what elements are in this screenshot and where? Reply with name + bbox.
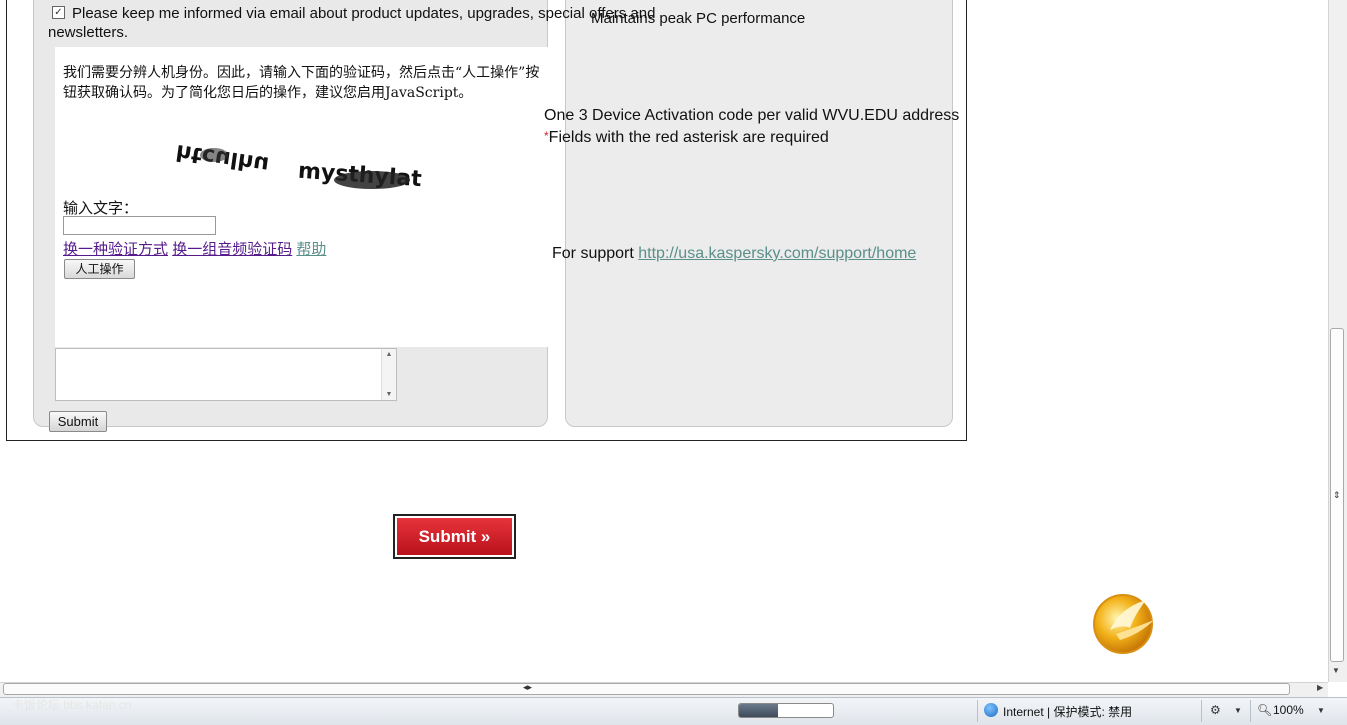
right-info-panel	[565, 0, 953, 427]
progress-fill	[739, 704, 779, 717]
captcha-input[interactable]	[63, 216, 216, 235]
watermark-text: 卡饭论坛 bbs.kafan.cn	[12, 698, 132, 712]
captcha-input-label: 输入文字：	[63, 200, 139, 217]
grip-icon: ⇕	[1333, 490, 1341, 500]
status-separator	[1201, 700, 1202, 722]
captcha-links: 换一种验证方式 换一组音频验证码 帮助	[63, 238, 326, 259]
main-submit-label: Submit »	[397, 518, 512, 555]
required-fields-note: *Fields with the red asterisk are requir…	[544, 129, 829, 147]
chevron-down-icon[interactable]: ▼	[1234, 706, 1242, 715]
captcha-instruction: 我们需要分辨人机身份。因此，请输入下面的验证码，然后点击“人工操作”按钮获取确认…	[63, 65, 540, 101]
chevron-down-icon[interactable]: ▼	[1317, 706, 1325, 715]
grip-icon: ◂▸	[523, 682, 533, 692]
switch-method-link[interactable]: 换一种验证方式	[63, 241, 168, 258]
zoom-level[interactable]: 100%	[1273, 703, 1304, 717]
support-line: For support http://usa.kaspersky.com/sup…	[552, 245, 916, 263]
scroll-up-arrow-icon[interactable]: ▲	[382, 351, 396, 358]
comments-textarea[interactable]: ▲ ▼	[55, 348, 397, 401]
support-prefix: For support	[552, 245, 639, 262]
page-load-progress	[738, 703, 834, 718]
security-zone-text[interactable]: Internet | 保护模式: 禁用	[1003, 703, 1132, 720]
textarea-scrollbar[interactable]: ▲ ▼	[381, 349, 396, 400]
required-fields-text: Fields with the red asterisk are require…	[548, 129, 829, 146]
horizontal-scroll-thumb[interactable]	[3, 683, 1290, 695]
activation-note: One 3 Device Activation code per valid W…	[544, 107, 960, 124]
support-link[interactable]: http://usa.kaspersky.com/support/home	[638, 245, 916, 262]
help-link[interactable]: 帮助	[296, 241, 326, 258]
scroll-down-arrow-icon[interactable]: ▼	[382, 391, 396, 398]
manual-verify-button[interactable]: 人工操作	[64, 259, 135, 279]
captcha-image: htculhu mysthylat	[174, 139, 423, 192]
internet-zone-icon	[984, 703, 998, 717]
zoom-magnifier-icon[interactable]: 🔍︎	[1257, 703, 1272, 717]
performance-text: Maintains peak PC performance	[591, 10, 806, 27]
scroll-right-icon[interactable]: ▶	[1317, 683, 1323, 692]
main-submit-button[interactable]: Submit »	[393, 514, 516, 559]
status-separator	[977, 700, 978, 722]
status-separator	[1250, 700, 1251, 722]
scroll-down-icon[interactable]: ▼	[1332, 666, 1340, 675]
audio-captcha-link[interactable]: 换一组音频验证码	[172, 241, 292, 258]
status-bar	[0, 697, 1347, 725]
form-submit-button[interactable]: Submit	[49, 411, 107, 432]
kaspersky-logo-icon	[1093, 594, 1154, 654]
settings-gear-icon[interactable]: ⚙	[1210, 703, 1221, 717]
